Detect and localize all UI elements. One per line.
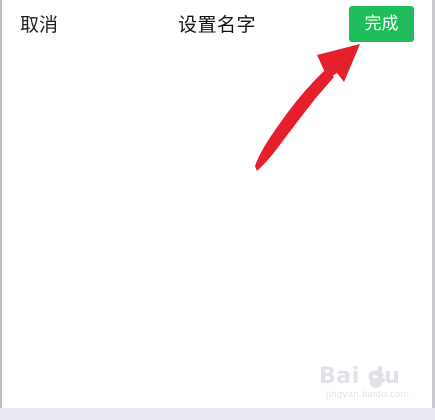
arrow-head [317, 44, 360, 82]
paw-icon [368, 370, 386, 388]
arrow-shaft [255, 70, 334, 171]
watermark-url: jingyan.baidu.com [326, 390, 410, 400]
watermark-main-text: Bai du [319, 364, 401, 389]
cancel-button[interactable]: 取消 [20, 11, 58, 39]
set-name-screen: 取消 设置名字 完成 Bai du jingyan.baidu.com [0, 0, 435, 420]
left-border [0, 0, 2, 420]
done-button[interactable]: 完成 [349, 6, 414, 42]
annotation-arrow-icon [255, 44, 360, 171]
baidu-watermark: Bai du jingyan.baidu.com [291, 364, 417, 410]
page-title: 设置名字 [178, 14, 257, 36]
